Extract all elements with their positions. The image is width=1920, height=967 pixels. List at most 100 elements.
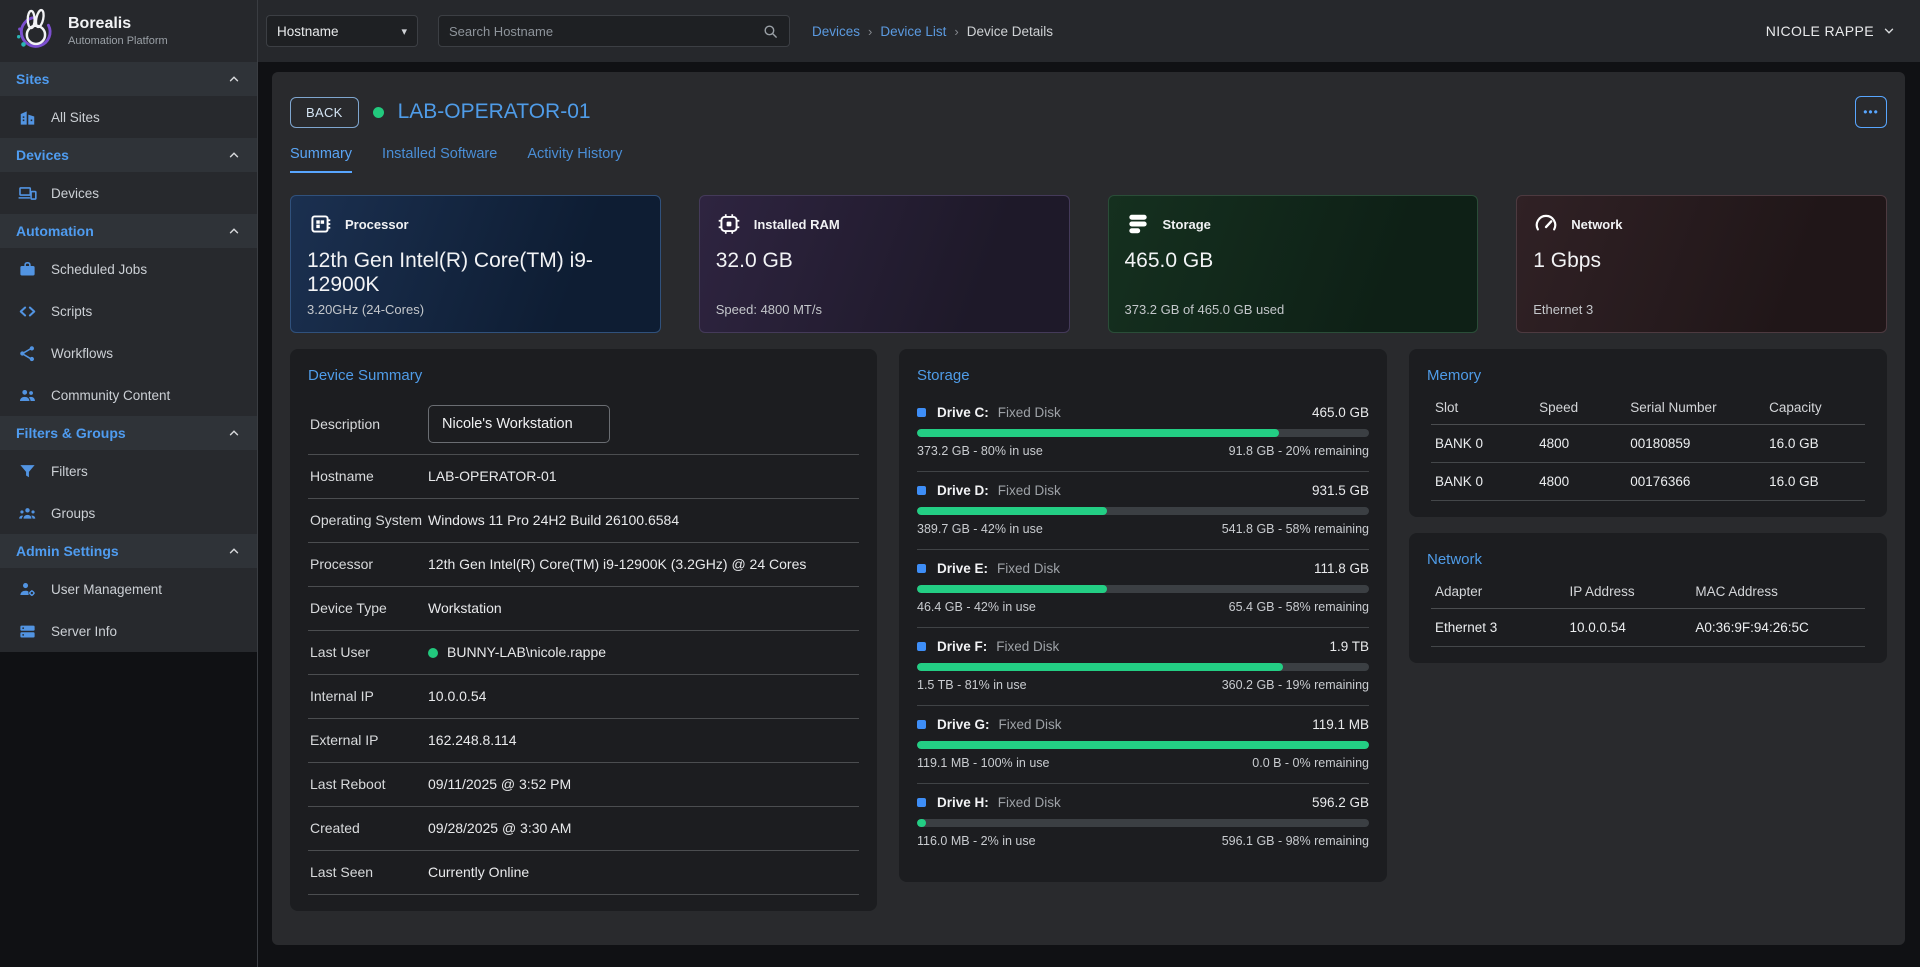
sidebar-item-workflows[interactable]: Workflows bbox=[0, 332, 257, 374]
brand-subtitle: Automation Platform bbox=[68, 35, 168, 47]
panel-title: Network bbox=[1427, 551, 1869, 568]
sidebar-section-devices[interactable]: Devices bbox=[0, 138, 257, 172]
drive-used: 373.2 GB - 80% in use bbox=[917, 444, 1043, 458]
sidebar-item-filters[interactable]: Filters bbox=[0, 450, 257, 492]
search-icon[interactable] bbox=[762, 23, 779, 40]
sidebar-item-label: Server Info bbox=[51, 624, 117, 639]
drive-type: Fixed Disk bbox=[999, 717, 1062, 732]
stat-card-label: Processor bbox=[345, 217, 409, 232]
sidebar-item-server-info[interactable]: Server Info bbox=[0, 610, 257, 652]
drive-used: 119.1 MB - 100% in use bbox=[917, 756, 1049, 770]
sidebar-item-groups[interactable]: Groups bbox=[0, 492, 257, 534]
section-label: Automation bbox=[16, 223, 94, 239]
sidebar-item-scheduled-jobs[interactable]: Scheduled Jobs bbox=[0, 248, 257, 290]
sidebar-section-sites[interactable]: Sites bbox=[0, 62, 257, 96]
user-gear-icon bbox=[18, 580, 37, 599]
filter-icon bbox=[18, 462, 37, 481]
summary-value: Workstation bbox=[428, 598, 857, 619]
memory-header-slot: Slot bbox=[1431, 394, 1535, 425]
sidebar-section-admin-settings[interactable]: Admin Settings bbox=[0, 534, 257, 568]
chevron-down-icon: ▾ bbox=[401, 25, 407, 38]
breadcrumb-separator: › bbox=[954, 24, 958, 39]
sidebar-item-label: Devices bbox=[51, 186, 99, 201]
summary-value: 09/28/2025 @ 3:30 AM bbox=[428, 818, 857, 839]
drive-row-c: Drive C:Fixed Disk465.0 GB 373.2 GB - 80… bbox=[917, 394, 1369, 472]
panel-title: Memory bbox=[1427, 367, 1869, 384]
chevron-up-icon bbox=[227, 544, 241, 558]
summary-row-internal-ip: Internal IP 10.0.0.54 bbox=[308, 675, 859, 719]
drive-row-e: Drive E:Fixed Disk111.8 GB 46.4 GB - 42%… bbox=[917, 550, 1369, 628]
drive-free: 65.4 GB - 58% remaining bbox=[1229, 600, 1369, 614]
sidebar-item-label: User Management bbox=[51, 582, 162, 597]
search-input[interactable] bbox=[449, 24, 762, 39]
stat-card-label: Network bbox=[1571, 217, 1622, 232]
panel-title: Device Summary bbox=[308, 367, 859, 384]
stat-card-sub: Ethernet 3 bbox=[1533, 302, 1870, 317]
summary-value: BUNNY-LAB\nicole.rappe bbox=[447, 642, 606, 663]
top-bar: Hostname ▾ Devices › Device List › Devic… bbox=[258, 0, 1920, 62]
speedometer-icon bbox=[1533, 211, 1559, 237]
sidebar-item-devices[interactable]: Devices bbox=[0, 172, 257, 214]
summary-value: 12th Gen Intel(R) Core(TM) i9-12900K (3.… bbox=[428, 554, 857, 575]
drive-name: Drive D: bbox=[937, 483, 989, 498]
brand-block: Borealis Automation Platform bbox=[68, 15, 168, 47]
drive-usage-bar bbox=[917, 663, 1369, 671]
sidebar-item-label: All Sites bbox=[51, 110, 100, 125]
chevron-up-icon bbox=[227, 426, 241, 440]
back-button[interactable]: BACK bbox=[290, 97, 359, 128]
tab-activity-history[interactable]: Activity History bbox=[527, 146, 622, 173]
drive-bullet-icon bbox=[917, 408, 926, 417]
hostname-filter-select[interactable]: Hostname ▾ bbox=[266, 15, 418, 47]
drive-free: 360.2 GB - 19% remaining bbox=[1222, 678, 1369, 692]
breadcrumb-current: Device Details bbox=[967, 24, 1053, 39]
tab-installed-software[interactable]: Installed Software bbox=[382, 146, 497, 173]
section-label: Devices bbox=[16, 147, 69, 163]
section-label: Sites bbox=[16, 71, 49, 87]
memory-header-serial: Serial Number bbox=[1626, 394, 1765, 425]
stat-card-value: 465.0 GB bbox=[1125, 249, 1462, 273]
sidebar-section-automation[interactable]: Automation bbox=[0, 214, 257, 248]
description-input[interactable] bbox=[428, 405, 610, 443]
sidebar-item-scripts[interactable]: Scripts bbox=[0, 290, 257, 332]
stat-card-value: 12th Gen Intel(R) Core(TM) i9-12900K bbox=[307, 249, 644, 297]
summary-value: 10.0.0.54 bbox=[428, 686, 857, 707]
memory-cell: 16.0 GB bbox=[1765, 425, 1865, 463]
drive-row-h: Drive H:Fixed Disk596.2 GB 116.0 MB - 2%… bbox=[917, 784, 1369, 861]
drive-bullet-icon bbox=[917, 642, 926, 651]
hostname-filter-value: Hostname bbox=[277, 24, 339, 39]
sidebar-item-community-content[interactable]: Community Content bbox=[0, 374, 257, 416]
drive-size: 596.2 GB bbox=[1312, 795, 1369, 810]
sidebar-item-user-management[interactable]: User Management bbox=[0, 568, 257, 610]
device-summary-panel: Device Summary Description Hostname LAB-… bbox=[290, 349, 877, 911]
drive-bullet-icon bbox=[917, 564, 926, 573]
code-icon bbox=[18, 302, 37, 321]
summary-label: Hostname bbox=[310, 467, 428, 486]
user-menu[interactable]: NICOLE RAPPE bbox=[1766, 23, 1896, 39]
summary-label: External IP bbox=[310, 731, 428, 750]
detail-panels-row: Device Summary Description Hostname LAB-… bbox=[290, 349, 1887, 911]
stat-card-sub: Speed: 4800 MT/s bbox=[716, 302, 1053, 317]
drive-usage-bar bbox=[917, 819, 1369, 827]
memory-cell: 4800 bbox=[1535, 425, 1626, 463]
storage-stack-icon bbox=[1125, 211, 1151, 237]
network-header-ip: IP Address bbox=[1566, 578, 1692, 609]
sidebar-section-filters-groups[interactable]: Filters & Groups bbox=[0, 416, 257, 450]
network-header-mac: MAC Address bbox=[1691, 578, 1865, 609]
breadcrumb-device-list[interactable]: Device List bbox=[880, 24, 946, 39]
brand-name: Borealis bbox=[68, 15, 168, 33]
sidebar-item-all-sites[interactable]: All Sites bbox=[0, 96, 257, 138]
breadcrumb-devices[interactable]: Devices bbox=[812, 24, 860, 39]
chevron-down-icon bbox=[1882, 24, 1896, 38]
summary-label: Processor bbox=[310, 555, 428, 574]
sidebar-item-label: Workflows bbox=[51, 346, 113, 361]
drive-size: 119.1 MB bbox=[1312, 717, 1369, 732]
drive-type: Fixed Disk bbox=[998, 405, 1061, 420]
user-online-dot bbox=[428, 648, 438, 658]
memory-header-speed: Speed bbox=[1535, 394, 1626, 425]
more-actions-button[interactable]: ••• bbox=[1855, 96, 1887, 128]
stat-card-sub: 373.2 GB of 465.0 GB used bbox=[1125, 302, 1462, 317]
tab-summary[interactable]: Summary bbox=[290, 146, 352, 173]
drive-usage-bar bbox=[917, 741, 1369, 749]
stat-card-sub: 3.20GHz (24-Cores) bbox=[307, 302, 644, 317]
drive-row-d: Drive D:Fixed Disk931.5 GB 389.7 GB - 42… bbox=[917, 472, 1369, 550]
